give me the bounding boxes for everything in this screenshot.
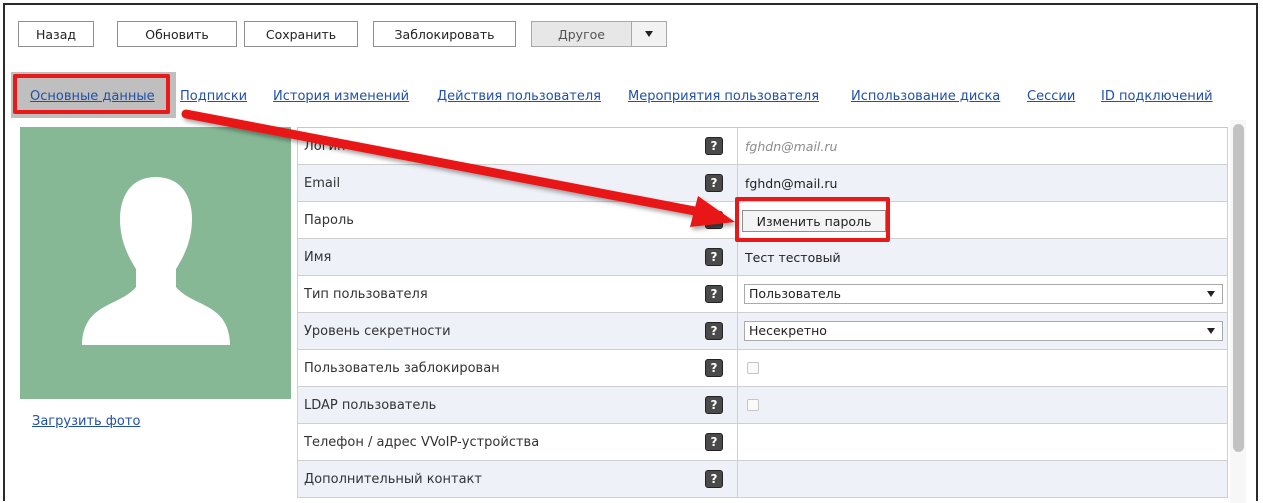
other-dropdown-button[interactable]: [631, 21, 667, 47]
back-button[interactable]: Назад: [18, 21, 94, 47]
tab-disk-usage[interactable]: Использование диска: [851, 89, 1000, 104]
help-icon[interactable]: ?: [705, 174, 723, 192]
name-value: Тест тестовый: [745, 250, 841, 265]
upload-photo-link[interactable]: Загрузить фото: [32, 414, 140, 429]
help-icon[interactable]: ?: [705, 248, 723, 266]
user-silhouette-icon: [82, 177, 230, 345]
chevron-down-icon: [1207, 328, 1215, 334]
other-button[interactable]: Другое: [531, 21, 632, 47]
login-value: fghdn@mail.ru: [745, 139, 838, 154]
help-icon[interactable]: ?: [705, 359, 723, 377]
refresh-button[interactable]: Обновить: [117, 21, 237, 47]
help-icon[interactable]: ?: [705, 285, 723, 303]
user-type-select-value: Пользователь: [749, 286, 842, 301]
user-type-label: Тип пользователя: [304, 287, 428, 302]
help-icon[interactable]: ?: [705, 470, 723, 488]
secrecy-level-label: Уровень секретности: [304, 324, 451, 339]
form-row-user-type: Тип пользователя ? Пользователь: [297, 276, 1228, 313]
help-icon[interactable]: ?: [705, 322, 723, 340]
help-icon[interactable]: ?: [705, 211, 723, 229]
form-row-user-blocked: Пользователь заблокирован ?: [297, 350, 1228, 387]
form-row-additional-contact: Дополнительный контакт ?: [297, 461, 1228, 498]
ldap-user-checkbox[interactable]: [747, 399, 759, 411]
user-blocked-checkbox[interactable]: [747, 362, 759, 374]
help-icon[interactable]: ?: [705, 433, 723, 451]
chevron-down-icon: [645, 31, 653, 37]
tab-user-events[interactable]: Мероприятия пользователя: [628, 89, 819, 104]
form-row-secrecy-level: Уровень секретности ? Несекретно: [297, 313, 1228, 350]
email-label: Email: [304, 176, 341, 191]
login-label: Логин: [304, 139, 346, 154]
password-label: Пароль: [304, 213, 354, 228]
block-button[interactable]: Заблокировать: [373, 21, 516, 47]
form-row-phone: Телефон / адрес VVoIP-устройства ?: [297, 424, 1228, 461]
tab-user-actions[interactable]: Действия пользователя: [437, 89, 601, 104]
form-row-ldap-user: LDAP пользователь ?: [297, 387, 1228, 424]
avatar: [20, 127, 291, 399]
tab-connection-ids[interactable]: ID подключений: [1101, 89, 1213, 104]
help-icon[interactable]: ?: [705, 396, 723, 414]
annotation-highlight-tab: [13, 74, 170, 114]
scrollbar-thumb[interactable]: [1233, 124, 1244, 452]
phone-label: Телефон / адрес VVoIP-устройства: [304, 435, 540, 450]
user-blocked-label: Пользователь заблокирован: [304, 361, 500, 376]
save-button[interactable]: Сохранить: [244, 21, 358, 47]
tab-change-history[interactable]: История изменений: [273, 89, 409, 104]
form-row-name: Имя ? Тест тестовый: [297, 239, 1228, 276]
ldap-user-label: LDAP пользователь: [304, 398, 437, 413]
tab-sessions[interactable]: Сессии: [1027, 89, 1075, 104]
user-type-select[interactable]: Пользователь: [744, 284, 1223, 304]
form-row-login: Логин ? fghdn@mail.ru: [297, 128, 1228, 165]
tab-subscriptions[interactable]: Подписки: [180, 89, 247, 104]
chevron-down-icon: [1207, 291, 1215, 297]
name-label: Имя: [304, 250, 332, 265]
help-icon[interactable]: ?: [705, 137, 723, 155]
secrecy-level-select-value: Несекретно: [749, 323, 827, 338]
additional-contact-label: Дополнительный контакт: [304, 472, 482, 487]
user-form-table: Логин ? fghdn@mail.ru Email ? fghdn@mail…: [297, 127, 1228, 498]
secrecy-level-select[interactable]: Несекретно: [744, 321, 1223, 341]
annotation-highlight-password-button: [735, 197, 890, 242]
